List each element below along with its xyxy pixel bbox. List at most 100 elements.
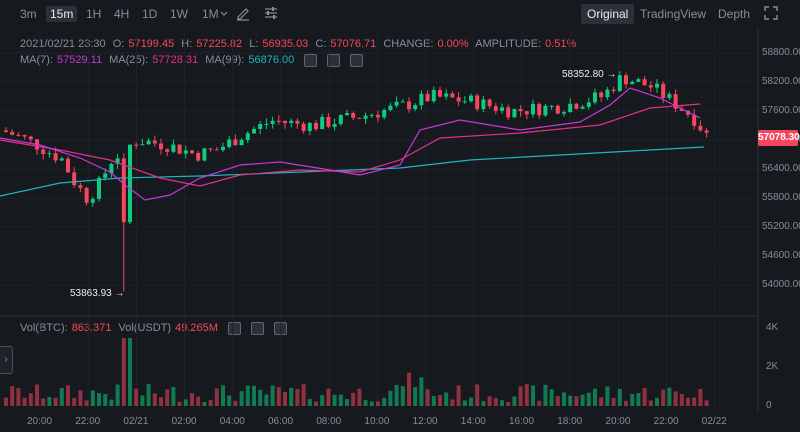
timeframe-1d[interactable]: 1D bbox=[138, 6, 161, 22]
time-tick-label: 22:00 bbox=[653, 416, 679, 427]
eye-icon[interactable] bbox=[304, 54, 318, 67]
volume-bar bbox=[109, 399, 114, 406]
volume-bar bbox=[407, 372, 411, 406]
volume-bar bbox=[549, 389, 554, 406]
expand-panel-tab[interactable]: › bbox=[0, 346, 13, 374]
view-original-button[interactable]: Original bbox=[581, 4, 635, 24]
volume-bar bbox=[72, 397, 77, 406]
candle-body bbox=[190, 150, 194, 153]
candle-body bbox=[617, 75, 622, 91]
volume-bar bbox=[400, 386, 405, 406]
pencil-icon[interactable] bbox=[234, 4, 252, 22]
timeframe-4h[interactable]: 4H bbox=[110, 6, 133, 22]
candle-body bbox=[574, 103, 579, 109]
volume-bar bbox=[493, 398, 498, 406]
candles bbox=[4, 71, 709, 292]
candle-body bbox=[314, 122, 318, 130]
candle-body bbox=[270, 120, 275, 124]
timeframe-1h[interactable]: 1H bbox=[82, 6, 105, 22]
volume-bar bbox=[152, 393, 157, 406]
time-tick-label: 18:00 bbox=[557, 416, 583, 427]
candle-body bbox=[326, 116, 331, 127]
time-tick-label: 20:00 bbox=[605, 416, 631, 427]
candle-body bbox=[549, 105, 554, 107]
volume-bar bbox=[543, 384, 548, 406]
ma25-line bbox=[0, 103, 701, 187]
volume-bar bbox=[469, 397, 473, 406]
volume-bar bbox=[574, 396, 579, 406]
candle-body bbox=[16, 134, 21, 136]
vol-usdt-value: 49.265M bbox=[175, 322, 218, 335]
volume-bar bbox=[41, 398, 46, 406]
candle-body bbox=[469, 95, 473, 102]
volume-bar bbox=[617, 388, 622, 406]
close-icon[interactable] bbox=[350, 54, 364, 67]
time-tick-label: 10:00 bbox=[364, 416, 390, 427]
volume-bar bbox=[84, 400, 89, 406]
candle-body bbox=[407, 101, 411, 110]
candle-body bbox=[388, 105, 393, 110]
volume-tick-label: 4K bbox=[766, 322, 779, 333]
volume-bar bbox=[338, 394, 343, 406]
candle-body bbox=[605, 89, 610, 98]
timeframe-15m[interactable]: 15m bbox=[46, 6, 78, 22]
settings-icon[interactable] bbox=[327, 54, 341, 67]
volume-bar bbox=[10, 386, 15, 406]
candle-body bbox=[493, 106, 498, 111]
time-tick-label: 12:00 bbox=[412, 416, 438, 427]
volume-bar bbox=[704, 400, 709, 406]
settings-sliders-icon[interactable] bbox=[262, 4, 280, 22]
candle-body bbox=[518, 109, 523, 112]
settings-icon[interactable] bbox=[251, 322, 265, 335]
low-label: L: bbox=[249, 38, 259, 50]
volume-bar bbox=[351, 392, 356, 406]
high-annotation-value: 58352.80 bbox=[562, 69, 604, 80]
volume-bar bbox=[183, 399, 188, 406]
time-tick-label: 04:00 bbox=[219, 416, 245, 427]
volume-bar bbox=[686, 397, 690, 406]
volume-bar bbox=[599, 397, 604, 406]
volume-bar bbox=[524, 384, 529, 406]
timeframe-3m[interactable]: 3m bbox=[16, 6, 41, 22]
volume-bar bbox=[500, 400, 504, 406]
volume-bar bbox=[59, 388, 64, 406]
candle-body bbox=[103, 173, 108, 178]
time-tick-label: 06:00 bbox=[268, 416, 294, 427]
volume-bar bbox=[475, 384, 480, 406]
view-tradingview-button[interactable]: TradingView bbox=[634, 4, 712, 24]
volume-bar bbox=[357, 388, 362, 406]
volume-bar bbox=[28, 393, 33, 406]
eye-icon[interactable] bbox=[227, 322, 241, 335]
price-tick-label: 54600.00 bbox=[762, 250, 800, 261]
timeframe-1w[interactable]: 1W bbox=[166, 6, 192, 22]
candle-body bbox=[233, 139, 238, 146]
volume-bar bbox=[208, 400, 213, 406]
volume-bar bbox=[673, 391, 678, 406]
amplitude-value: 0.51% bbox=[545, 38, 577, 50]
volume-bar bbox=[531, 385, 535, 406]
volume-bar bbox=[4, 397, 8, 406]
chevron-down-icon[interactable] bbox=[216, 4, 234, 22]
candle-body bbox=[555, 105, 560, 114]
candle-body bbox=[146, 140, 151, 145]
candle-body bbox=[177, 144, 182, 154]
volume-bar bbox=[345, 399, 349, 406]
close-icon[interactable] bbox=[274, 322, 288, 335]
ma99-label: MA(99): bbox=[205, 54, 245, 67]
high-label: H: bbox=[181, 38, 193, 50]
vol-btc-value: 863.371 bbox=[71, 322, 112, 335]
candle-body bbox=[531, 103, 535, 115]
ma99-line bbox=[0, 146, 705, 197]
volume-bar bbox=[326, 388, 331, 406]
volume-bar bbox=[233, 400, 238, 406]
view-depth-button[interactable]: Depth bbox=[712, 4, 756, 24]
time-tick-label: 16:00 bbox=[509, 416, 535, 427]
candle-body bbox=[363, 115, 368, 119]
candle-body bbox=[419, 93, 424, 106]
volume-bar bbox=[307, 398, 312, 406]
candle-body bbox=[456, 97, 461, 102]
fullscreen-icon[interactable] bbox=[762, 4, 780, 22]
candle-body bbox=[35, 139, 39, 150]
volume-bar bbox=[518, 386, 523, 406]
volume-bar bbox=[462, 400, 467, 406]
